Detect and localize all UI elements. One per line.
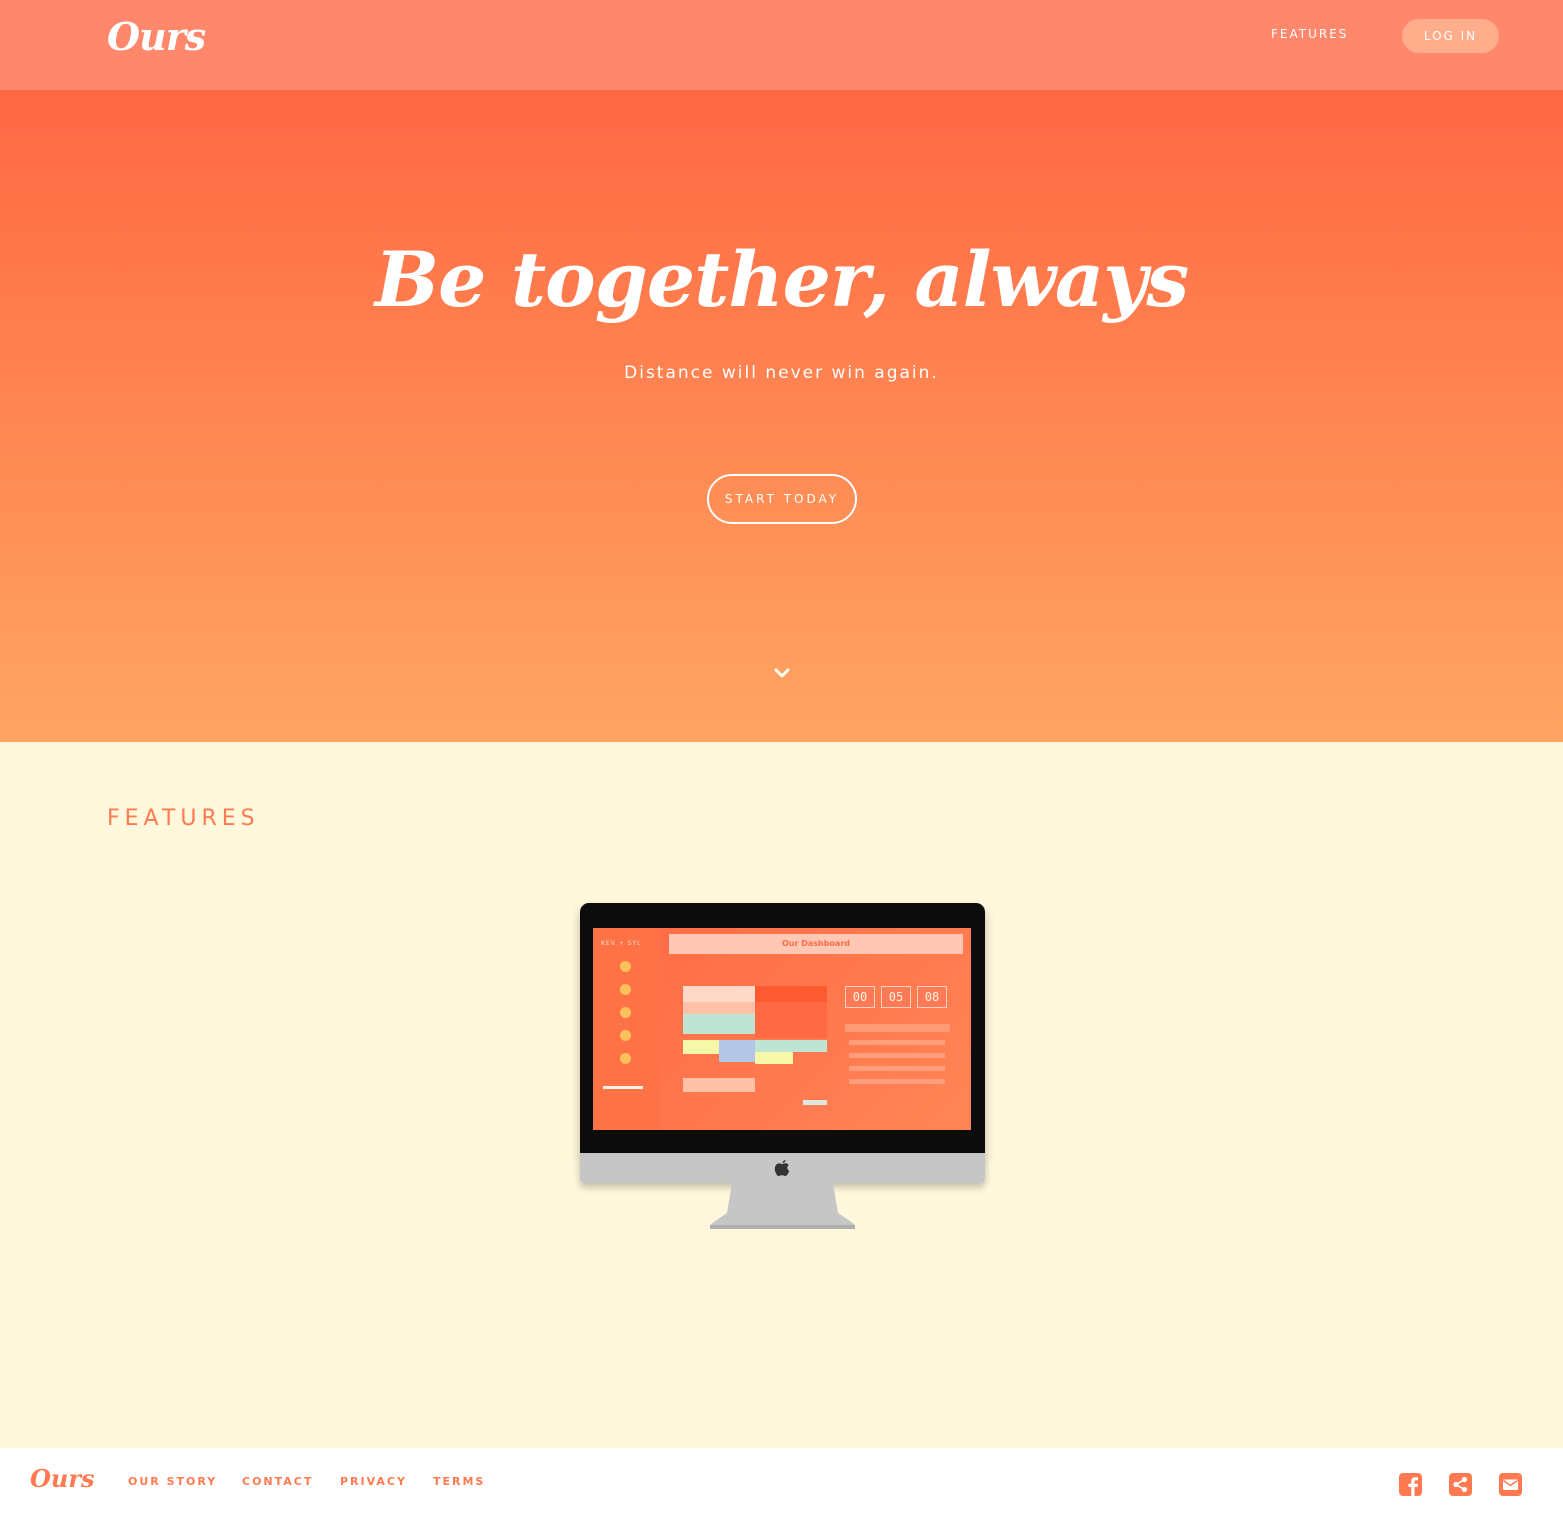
screen-nav-dot — [620, 1007, 631, 1018]
countdown-digit: 00 — [845, 986, 875, 1008]
mail-icon[interactable] — [1498, 1472, 1523, 1497]
countdown-digit: 08 — [917, 986, 947, 1008]
footer-logo[interactable]: Ours — [30, 1464, 95, 1493]
screen-nav-dot — [620, 961, 631, 972]
hero-subtitle: Distance will never win again. — [624, 363, 939, 383]
chevron-down-icon[interactable] — [771, 662, 793, 684]
calendar-block — [755, 1040, 827, 1052]
screen-sidebar-line — [603, 1086, 643, 1089]
apple-logo-icon — [774, 1160, 790, 1176]
calendar-block — [683, 1040, 719, 1054]
logo[interactable]: Ours — [107, 14, 206, 59]
countdown-digit: 05 — [881, 986, 911, 1008]
navbar: Ours FEATURES LOG IN — [0, 0, 1563, 90]
monitor-screen: KEV + SYL Our Dashboard 00 05 08 — [593, 928, 971, 1130]
screen-pager — [803, 1100, 827, 1105]
screen-title: Our Dashboard — [781, 939, 850, 948]
calendar-block — [755, 1002, 827, 1038]
monitor-frame: KEV + SYL Our Dashboard 00 05 08 — [580, 903, 985, 1153]
screen-list-item — [849, 1040, 945, 1045]
screen-list-header — [845, 1024, 950, 1032]
screen-topbar: Our Dashboard — [669, 934, 963, 954]
footer-link-contact[interactable]: CONTACT — [242, 1475, 313, 1488]
monitor-image: KEV + SYL Our Dashboard 00 05 08 — [580, 903, 985, 1233]
screen-nav-dot — [620, 1053, 631, 1064]
footer-link-terms[interactable]: TERMS — [433, 1475, 485, 1488]
facebook-icon[interactable] — [1398, 1472, 1423, 1497]
screen-list-item — [849, 1066, 945, 1071]
calendar-block — [683, 1014, 755, 1034]
screen-nav-dot — [620, 1030, 631, 1041]
features-heading: FEATURES — [107, 806, 260, 831]
footer-link-privacy[interactable]: PRIVACY — [340, 1475, 407, 1488]
calendar-block — [683, 986, 755, 1002]
share-icon[interactable] — [1448, 1472, 1473, 1497]
start-today-button[interactable]: START TODAY — [707, 474, 857, 524]
footer-link-our-story[interactable]: OUR STORY — [128, 1475, 217, 1488]
calendar-block — [719, 1040, 755, 1062]
nav-features-link[interactable]: FEATURES — [1271, 27, 1348, 41]
screen-sidebar-title: KEV + SYL — [601, 940, 642, 947]
monitor-stand — [710, 1183, 855, 1229]
screen-list-item — [849, 1079, 945, 1084]
footer: Ours OUR STORY CONTACT PRIVACY TERMS — [0, 1448, 1563, 1525]
hero-section: Be together, always Distance will never … — [0, 90, 1563, 742]
calendar-block — [683, 1002, 755, 1014]
screen-sidebar: KEV + SYL — [593, 928, 659, 1130]
screen-list-item — [849, 1053, 945, 1058]
login-button[interactable]: LOG IN — [1402, 19, 1499, 53]
screen-nav-dot — [620, 984, 631, 995]
calendar-block — [683, 1078, 755, 1092]
hero-title: Be together, always — [374, 235, 1189, 324]
calendar-block — [755, 1052, 793, 1064]
calendar-block — [755, 986, 827, 1002]
